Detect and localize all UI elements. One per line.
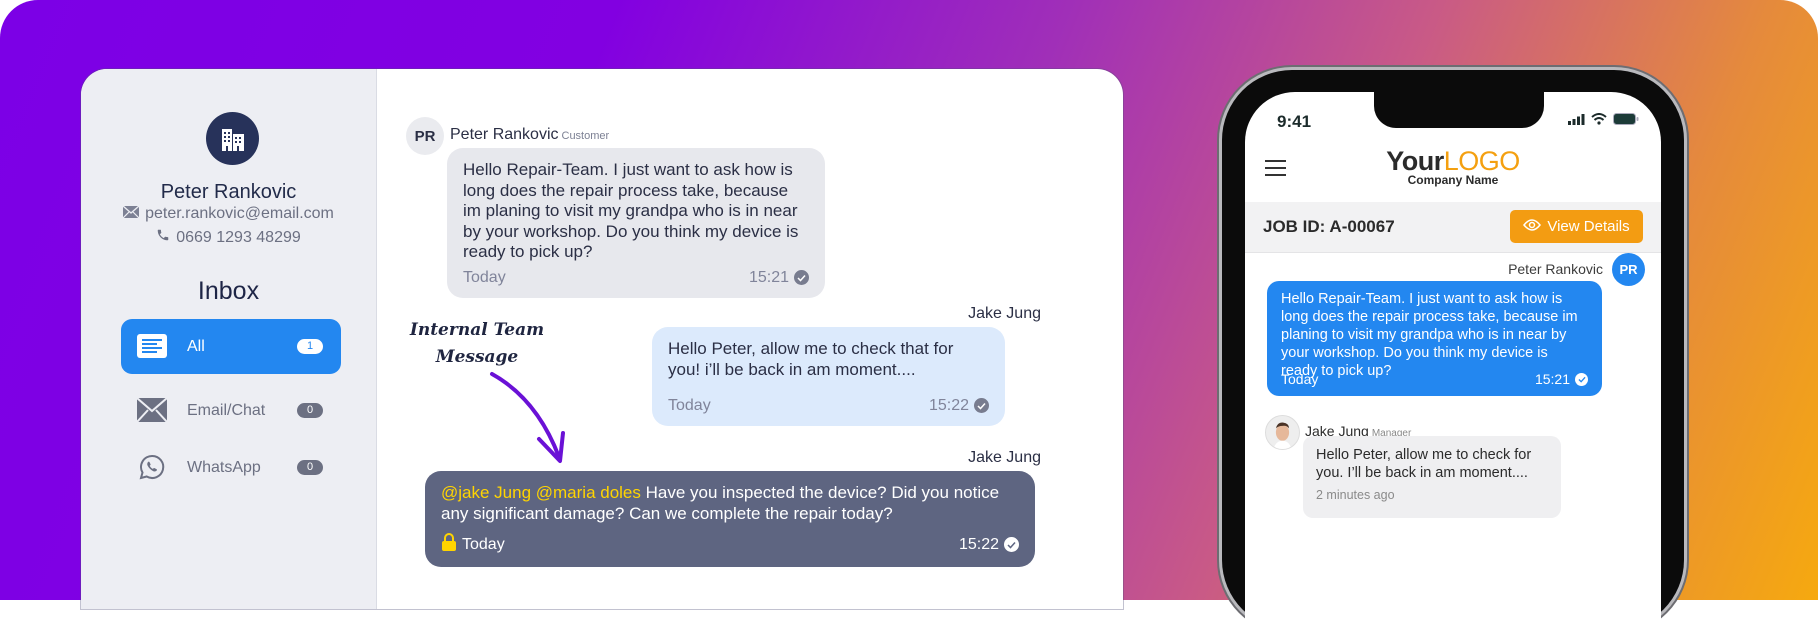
profile-phone: 0669 1293 48299: [176, 228, 301, 246]
phone-screen: 9:41 YourLOGO Company Name JOB ID: A-000…: [1245, 92, 1661, 632]
message-time: 15:22: [928, 396, 969, 414]
profile-name: Peter Rankovic: [160, 181, 297, 203]
message-day: Today: [1281, 371, 1319, 387]
message-sender: Jake Jung: [968, 305, 1041, 322]
profile-email-row: peter.rankovic@email.com: [81, 205, 376, 223]
eye-icon: [1523, 218, 1542, 236]
lock-icon: [441, 532, 457, 558]
message-time: 15:21: [748, 268, 789, 286]
mentions[interactable]: @jake Jung @maria doles: [441, 483, 641, 502]
message-sender: Peter Rankovic: [1508, 261, 1603, 277]
job-bar: JOB ID: A-00067 View Details: [1245, 202, 1661, 253]
company-name: Company Name: [1407, 173, 1499, 187]
profile-phone-row: 0669 1293 48299: [81, 228, 376, 247]
document-list-icon: [137, 333, 167, 359]
message-sender: Peter Rankovic Customer: [450, 126, 609, 144]
sidebar-item-email-chat[interactable]: Email/Chat 0: [121, 383, 341, 438]
annotation-line: Message: [435, 347, 519, 367]
count-badge: 0: [297, 403, 323, 418]
message-day: Today: [462, 535, 505, 553]
company-logo: YourLOGO Company Name: [1245, 146, 1661, 187]
message-time-ago: 2 minutes ago: [1316, 488, 1395, 502]
logo-accent-text: LOGO: [1443, 146, 1521, 176]
message-time: 15:21: [1534, 371, 1570, 387]
agent-message-bubble: Hello Peter, allow me to check that for …: [652, 327, 1005, 426]
profile-email[interactable]: peter.rankovic@email.com: [145, 205, 334, 223]
status-icons: [1568, 112, 1639, 130]
message-sender: Jake Jung: [968, 449, 1041, 466]
phone-icon: [156, 228, 170, 247]
status-time: 9:41: [1277, 112, 1312, 131]
nav-label: Email/Chat: [187, 401, 266, 419]
message-day: Today: [463, 268, 506, 286]
view-details-button[interactable]: View Details: [1510, 210, 1643, 243]
message-time: 15:22: [958, 535, 999, 553]
desktop-inbox-window: Peter Rankovic peter.rankovic@email.com …: [81, 69, 1123, 609]
customer-message-bubble: Hello Repair-Team. I just want to ask ho…: [1267, 281, 1602, 396]
whatsapp-icon: [137, 454, 167, 480]
message-text: Hello Repair-Team. I just want to ask ho…: [1281, 291, 1578, 379]
sidebar: Peter Rankovic peter.rankovic@email.com …: [81, 69, 377, 609]
message-text: @jake Jung @maria doles Have you inspect…: [441, 483, 1019, 524]
message-day: Today: [668, 396, 711, 414]
message-text: Hello Peter, allow me to check for you. …: [1316, 447, 1532, 481]
job-id: JOB ID: A-00067: [1263, 217, 1395, 236]
wifi-icon: [1591, 112, 1607, 130]
logo-text: Your: [1386, 146, 1444, 176]
internal-team-annotation: Internal Team Message: [402, 317, 552, 371]
check-icon: [1575, 372, 1588, 386]
view-details-label: View Details: [1547, 218, 1630, 235]
agent-message-bubble: Hello Peter, allow me to check for you. …: [1303, 436, 1561, 518]
battery-icon: [1613, 112, 1639, 130]
avatar-initials: PR: [1612, 253, 1645, 286]
message-text: Hello Peter, allow me to check that for …: [668, 339, 954, 379]
sidebar-item-all[interactable]: All 1: [121, 319, 341, 374]
nav-label: WhatsApp: [187, 458, 261, 476]
nav-label: All: [187, 337, 205, 355]
phone-notch: [1374, 92, 1544, 128]
check-icon: [974, 398, 989, 414]
check-icon: [1004, 537, 1019, 553]
buildings-icon: [206, 112, 259, 165]
sidebar-item-whatsapp[interactable]: WhatsApp 0: [121, 440, 341, 495]
chat-thread: PR Peter Rankovic Customer Hello Repair-T…: [377, 69, 1123, 609]
envelope-icon: [122, 205, 140, 223]
message-meta: Today 15:22: [668, 396, 989, 417]
count-badge: 1: [297, 339, 323, 354]
message-meta: Today 15:21: [1281, 370, 1588, 388]
message-text: Hello Repair-Team. I just want to ask ho…: [463, 160, 799, 261]
envelope-icon: [137, 397, 167, 423]
signal-icon: [1568, 112, 1585, 130]
inbox-title: Inbox: [197, 277, 260, 305]
customer-message-bubble: Hello Repair-Team. I just want to ask ho…: [447, 148, 825, 298]
sender-name: Peter Rankovic: [450, 126, 559, 143]
check-icon: [794, 270, 809, 286]
phone-mockup: 9:41 YourLOGO Company Name JOB ID: A-000…: [1222, 70, 1684, 632]
avatar-initials: PR: [406, 117, 444, 155]
sender-role: Customer: [561, 130, 610, 142]
message-meta: Today 15:21: [463, 268, 809, 289]
count-badge: 0: [297, 460, 323, 475]
curved-arrow-icon: [490, 372, 565, 463]
annotation-line: Internal Team: [409, 320, 545, 340]
avatar-jake-jung: [1265, 415, 1300, 450]
internal-message-bubble: @jake Jung @maria doles Have you inspect…: [425, 471, 1035, 567]
message-meta: Today 15:22: [441, 532, 1019, 558]
